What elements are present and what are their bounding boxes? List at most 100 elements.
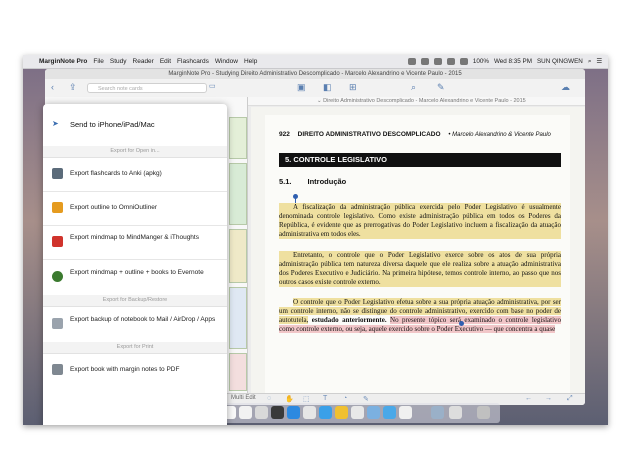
chrome-icon[interactable] (351, 406, 364, 419)
window-title: MarginNote Pro - Studying Direito Admini… (45, 69, 585, 79)
export-backup-item[interactable]: Export backup of notebook to Mail / AirD… (43, 306, 227, 343)
subsection-heading: 5.1. Introdução (279, 177, 346, 186)
omnioutliner-icon (52, 202, 63, 213)
safari-icon[interactable] (319, 406, 332, 419)
menu-edit[interactable]: Edit (160, 58, 171, 65)
subsection-title: Introdução (307, 177, 347, 186)
export-mindmanager-item[interactable]: Export mindmap to MindManger & iThoughts (43, 225, 227, 260)
mixed-view-icon[interactable]: ◧ (323, 82, 332, 93)
chevron-down-icon[interactable]: ⌄ (317, 98, 322, 104)
export-backup-label: Export backup of notebook to Mail / AirD… (70, 316, 216, 323)
tray-icon[interactable] (407, 58, 416, 65)
menu-file[interactable]: File (93, 58, 103, 65)
evernote-icon (52, 271, 63, 282)
send-to-device-label: Send to iPhone/iPad/Mac (70, 120, 155, 129)
paragraph-3-bold: estudado anteriormente. (311, 316, 387, 324)
tools-icon[interactable]: ✎ (437, 82, 445, 93)
main-toolbar: ‹ ⇪ Search note cards ▭ ▣ ◧ ⊞ ⌕ ✎ ☁ (45, 79, 585, 98)
pen-icon[interactable]: ✎ (363, 395, 369, 403)
search-book-icon[interactable]: ⌕ (411, 82, 416, 93)
paper-plane-icon: ➤ (52, 119, 59, 128)
tray-icon[interactable] (433, 58, 442, 65)
desktop-screen: MarginNote Pro File Study Reader Edit Fl… (23, 55, 608, 425)
export-omnioutliner-label: Export outline to OmniOutliner (70, 204, 158, 211)
export-evernote-label: Export mindmap + outline + books to Ever… (70, 269, 204, 276)
downloads-folder-icon[interactable] (431, 406, 444, 419)
lasso-icon[interactable]: ◌ (267, 395, 271, 402)
paragraph-2[interactable]: Entretanto, o controle que o Poder Legis… (279, 251, 561, 287)
export-mindmanager-label: Export mindmap to MindManger & iThoughts (70, 234, 199, 241)
running-title: DIREITO ADMINISTRATIVO DESCOMPLICADO (297, 131, 441, 138)
photos-icon[interactable] (239, 406, 252, 419)
terminal-icon[interactable] (271, 406, 284, 419)
mail-icon[interactable] (367, 406, 380, 419)
export-anki-item[interactable]: Export flashcards to Anki (apkg) (43, 157, 227, 192)
notes-icon[interactable] (399, 406, 412, 419)
document-icon[interactable] (449, 406, 462, 419)
select-icon[interactable]: ⬚ (303, 395, 310, 403)
status-tray: 100% Wed 8:35 PM SUN QINGWEN ⌕ ☰ (407, 55, 602, 68)
list-icon[interactable]: ☰ (596, 58, 602, 65)
menu-reader[interactable]: Reader (133, 58, 154, 65)
preview-icon[interactable] (255, 406, 268, 419)
system-preferences-icon[interactable] (303, 406, 316, 419)
back-icon[interactable]: ‹ (51, 82, 54, 92)
page-header: 922 DIREITO ADMINISTRATIVO DESCOMPLICADO… (279, 131, 551, 138)
export-pdf-item[interactable]: Export book with margin notes to PDF (43, 353, 227, 387)
wifi-icon[interactable] (446, 58, 455, 65)
multi-edit-button[interactable]: Multi Edit (231, 395, 256, 401)
search-input[interactable]: Search note cards (87, 83, 207, 93)
breadcrumb-title: Direito Administrativo Descomplicado - M… (323, 98, 526, 104)
user-name[interactable]: SUN QINGWEN (537, 58, 583, 65)
mac-menu-bar: MarginNote Pro File Study Reader Edit Fl… (23, 55, 608, 69)
messages-icon[interactable] (383, 406, 396, 419)
note-card-thumb[interactable] (229, 353, 247, 391)
menu-flashcards[interactable]: Flashcards (177, 58, 209, 65)
export-anki-label: Export flashcards to Anki (apkg) (70, 170, 162, 177)
menu-study[interactable]: Study (110, 58, 127, 65)
battery-percent[interactable]: 100% (473, 58, 489, 65)
paragraph-3[interactable]: O controle que o Poder Legislativo efetu… (279, 298, 562, 334)
mindmap-view-icon[interactable]: ⊞ (349, 82, 357, 93)
book-view-icon[interactable]: ▣ (297, 82, 306, 93)
selection-handle[interactable] (459, 321, 464, 326)
text-select-icon[interactable]: T (323, 395, 327, 402)
menu-window[interactable]: Window (215, 58, 238, 65)
note-card-thumb[interactable] (229, 287, 247, 349)
share-icon (52, 318, 63, 329)
document-view[interactable]: 922 DIREITO ADMINISTRATIVO DESCOMPLICADO… (251, 107, 585, 400)
dock (185, 403, 500, 423)
menu-help[interactable]: Help (244, 58, 257, 65)
share-icon[interactable]: ⇪ (69, 82, 77, 93)
comment-icon[interactable]: ◔ (343, 395, 347, 402)
authors: • Marcelo Alexandrino & Vicente Paulo (448, 132, 551, 138)
app-menu[interactable]: MarginNote Pro (39, 58, 87, 65)
sidebar-toggle-icon[interactable]: ▭ (209, 82, 216, 90)
section-heading: 5. CONTROLE LEGISLATIVO (279, 153, 561, 167)
anki-icon (52, 168, 63, 179)
volume-icon[interactable] (459, 58, 468, 65)
export-omnioutliner-item[interactable]: Export outline to OmniOutliner (43, 191, 227, 226)
breadcrumb[interactable]: ⌄ Direito Administrativo Descomplicado -… (247, 97, 585, 106)
print-icon (52, 364, 63, 375)
export-evernote-item[interactable]: Export mindmap + outline + books to Ever… (43, 259, 227, 296)
hand-icon[interactable]: ✋ (285, 395, 294, 403)
tray-icon[interactable] (420, 58, 429, 65)
cloud-sync-icon[interactable]: ☁ (561, 82, 570, 93)
note-card-thumb[interactable] (229, 229, 247, 283)
marginnote-icon[interactable] (335, 406, 348, 419)
clock[interactable]: Wed 8:35 PM (494, 58, 532, 65)
pdf-page[interactable]: 922 DIREITO ADMINISTRATIVO DESCOMPLICADO… (265, 115, 570, 400)
spotlight-icon[interactable]: ⌕ (588, 58, 592, 66)
note-card-thumb[interactable] (229, 163, 247, 225)
send-to-device-button[interactable]: ➤ Send to iPhone/iPad/Mac (43, 104, 227, 147)
trash-icon[interactable] (477, 406, 490, 419)
export-popup-menu: ➤ Send to iPhone/iPad/Mac Export for Ope… (43, 104, 227, 425)
app-store-icon[interactable] (287, 406, 300, 419)
subsection-number: 5.1. (279, 177, 292, 186)
note-card-thumb[interactable] (229, 117, 247, 159)
prev-page-icon[interactable]: ← (525, 395, 532, 402)
paragraph-1[interactable]: A fiscalização da administração pública … (279, 203, 561, 239)
fullscreen-icon[interactable]: ⤢ (567, 395, 573, 403)
next-page-icon[interactable]: → (545, 395, 552, 402)
